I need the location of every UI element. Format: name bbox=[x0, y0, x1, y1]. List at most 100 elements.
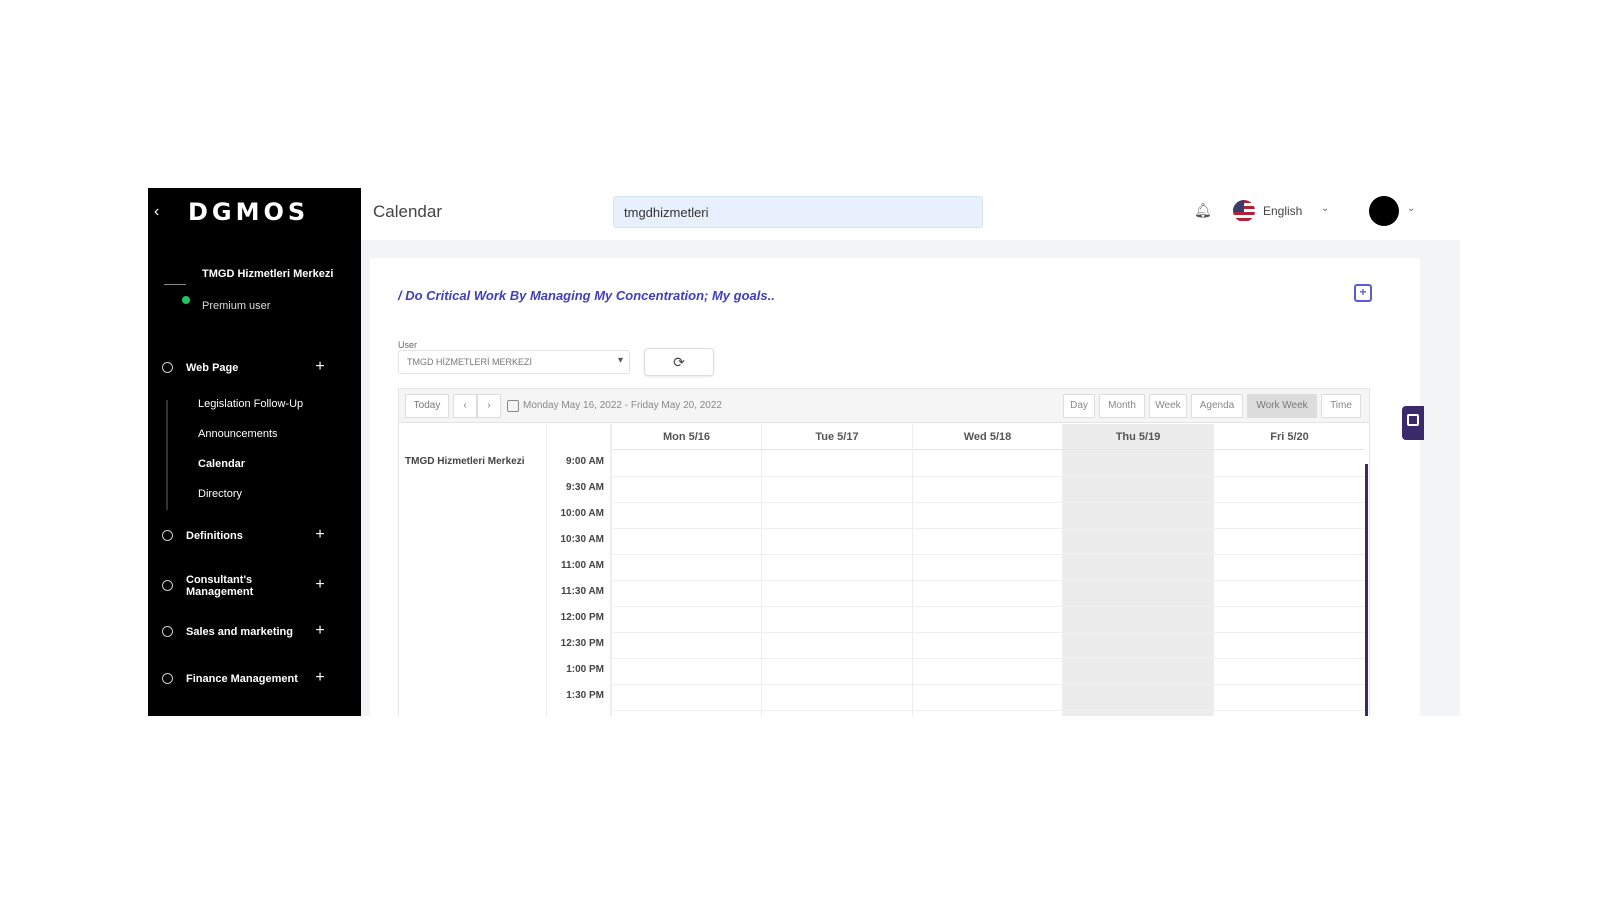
us-flag-icon[interactable] bbox=[1233, 200, 1255, 222]
plus-icon[interactable]: + bbox=[312, 525, 328, 545]
grid-row-line bbox=[611, 502, 1365, 503]
chevron-down-icon[interactable]: ⌄ bbox=[1407, 203, 1415, 214]
sidebar-item-finance[interactable]: Finance Management + bbox=[148, 663, 361, 697]
grid-row-line bbox=[611, 710, 1365, 711]
current-time-indicator bbox=[1365, 464, 1368, 716]
user-name: TMGD Hizmetleri Merkezi bbox=[202, 268, 334, 280]
user-label: User bbox=[398, 340, 418, 350]
circle-icon bbox=[162, 626, 173, 637]
plus-icon[interactable]: + bbox=[312, 575, 328, 595]
day-column[interactable] bbox=[761, 450, 912, 716]
sidebar-subitem-calendar[interactable]: Calendar bbox=[198, 458, 245, 470]
sidebar-item-label: Finance Management bbox=[186, 673, 298, 685]
day-header: Mon 5/16 bbox=[611, 424, 761, 450]
sidebar-item-label: Definitions bbox=[186, 530, 243, 542]
app-window: ‹ DGMOS TMGD Hizmetleri Merkezi Premium … bbox=[148, 188, 1460, 716]
sidebar: ‹ DGMOS TMGD Hizmetleri Merkezi Premium … bbox=[148, 188, 361, 716]
time-column: 9:00 AM 9:30 AM 10:00 AM 10:30 AM 11:00 … bbox=[547, 424, 611, 716]
view-day-button[interactable]: Day bbox=[1063, 394, 1095, 418]
add-event-icon[interactable]: + bbox=[1354, 284, 1372, 302]
scheduler-grid: TMGD Hizmetleri Merkezi 9:00 AM 9:30 AM … bbox=[399, 424, 1369, 716]
sidebar-item-label: Sales and marketing bbox=[186, 626, 293, 638]
day-header: Wed 5/18 bbox=[912, 424, 1062, 450]
user-select-value: TMGD HİZMETLERİ MERKEZİ bbox=[407, 357, 533, 367]
view-time-button[interactable]: Time bbox=[1321, 394, 1361, 418]
sidebar-item-definitions[interactable]: Definitions + bbox=[148, 520, 361, 554]
refresh-button[interactable]: ⟳ bbox=[644, 348, 714, 376]
chevron-down-icon: ▾ bbox=[617, 355, 623, 366]
grid-row-line bbox=[611, 606, 1365, 607]
grid-row-line bbox=[611, 580, 1365, 581]
circle-icon bbox=[162, 673, 173, 684]
scheduler: Today ‹ › Monday May 16, 2022 - Friday M… bbox=[398, 388, 1370, 716]
circle-icon bbox=[162, 362, 173, 373]
sidebar-item-label: Consultant's Management bbox=[186, 574, 254, 598]
circle-icon bbox=[162, 580, 173, 591]
plus-icon[interactable]: + bbox=[312, 621, 328, 641]
day-column[interactable] bbox=[611, 450, 761, 716]
bell-icon[interactable]: 🔔︎ bbox=[1194, 202, 1212, 220]
day-header: Fri 5/20 bbox=[1213, 424, 1365, 450]
circle-icon bbox=[162, 530, 173, 541]
content-card: / Do Critical Work By Managing My Concen… bbox=[370, 258, 1420, 716]
sidebar-item-web-page[interactable]: Web Page + bbox=[148, 352, 361, 386]
day-header: Tue 5/17 bbox=[761, 424, 912, 450]
time-label: 12:00 PM bbox=[560, 612, 604, 623]
chevron-down-icon[interactable]: ⌄ bbox=[1321, 203, 1329, 214]
user-avatar bbox=[164, 284, 186, 296]
time-label: 9:00 AM bbox=[566, 456, 604, 467]
time-label: 11:30 AM bbox=[561, 586, 604, 597]
grid-row-line bbox=[611, 632, 1365, 633]
plus-icon[interactable]: + bbox=[312, 668, 328, 688]
day-column[interactable] bbox=[1213, 450, 1365, 716]
time-label: 9:30 AM bbox=[566, 482, 604, 493]
grid-row-line bbox=[611, 658, 1365, 659]
grid-row-line bbox=[611, 528, 1365, 529]
online-status-icon bbox=[182, 296, 190, 304]
sidebar-subitem-directory[interactable]: Directory bbox=[198, 488, 242, 500]
day-header-today: Thu 5/19 bbox=[1062, 424, 1213, 450]
time-label: 10:30 AM bbox=[560, 534, 604, 545]
avatar[interactable] bbox=[1369, 196, 1399, 226]
sidebar-item-label: Web Page bbox=[186, 362, 239, 374]
logo: DGMOS bbox=[188, 198, 310, 226]
sidebar-subitem-legislation[interactable]: Legislation Follow-Up bbox=[198, 398, 303, 410]
collapse-sidebar-icon[interactable]: ‹ bbox=[154, 202, 168, 222]
time-label: 1:00 PM bbox=[566, 664, 604, 675]
user-select[interactable]: TMGD HİZMETLERİ MERKEZİ ▾ bbox=[398, 350, 630, 374]
date-range[interactable]: Monday May 16, 2022 - Friday May 20, 202… bbox=[523, 400, 722, 411]
view-work-week-button[interactable]: Work Week bbox=[1247, 394, 1317, 418]
view-week-button[interactable]: Week bbox=[1149, 394, 1187, 418]
today-button[interactable]: Today bbox=[405, 394, 449, 418]
time-label: 10:00 AM bbox=[560, 508, 604, 519]
grid-row-line bbox=[611, 684, 1365, 685]
sidebar-item-consultants[interactable]: Consultant's Management + bbox=[148, 564, 361, 598]
user-plan: Premium user bbox=[202, 300, 271, 312]
time-label: 12:30 PM bbox=[560, 638, 604, 649]
language-selector[interactable]: English bbox=[1263, 204, 1302, 218]
page-title: Calendar bbox=[373, 202, 442, 221]
plus-icon[interactable]: + bbox=[312, 357, 328, 377]
top-header: Calendar 🔔︎ English ⌄ ⌄ bbox=[361, 188, 1460, 240]
calendar-icon[interactable] bbox=[507, 400, 519, 412]
view-agenda-button[interactable]: Agenda bbox=[1191, 394, 1243, 418]
time-label: 11:00 AM bbox=[561, 560, 604, 571]
time-label: 1:30 PM bbox=[566, 690, 604, 701]
resource-name: TMGD Hizmetleri Merkezi bbox=[405, 456, 525, 467]
scheduler-toolbar: Today ‹ › Monday May 16, 2022 - Friday M… bbox=[399, 389, 1369, 423]
submenu-line bbox=[166, 400, 168, 510]
resource-column: TMGD Hizmetleri Merkezi bbox=[399, 424, 547, 716]
search-input[interactable] bbox=[613, 196, 983, 228]
grid-row-line bbox=[611, 554, 1365, 555]
sidebar-subitem-announcements[interactable]: Announcements bbox=[198, 428, 278, 440]
side-panel-tab[interactable] bbox=[1402, 406, 1424, 440]
day-column-today[interactable] bbox=[1062, 450, 1213, 716]
day-column[interactable] bbox=[912, 450, 1062, 716]
panel-icon bbox=[1407, 414, 1419, 426]
prev-button[interactable]: ‹ bbox=[453, 394, 477, 418]
sidebar-item-sales[interactable]: Sales and marketing + bbox=[148, 616, 361, 650]
view-month-button[interactable]: Month bbox=[1099, 394, 1145, 418]
grid-row-line bbox=[611, 476, 1365, 477]
user-profile: TMGD Hizmetleri Merkezi Premium user bbox=[162, 268, 352, 328]
next-button[interactable]: › bbox=[477, 394, 501, 418]
